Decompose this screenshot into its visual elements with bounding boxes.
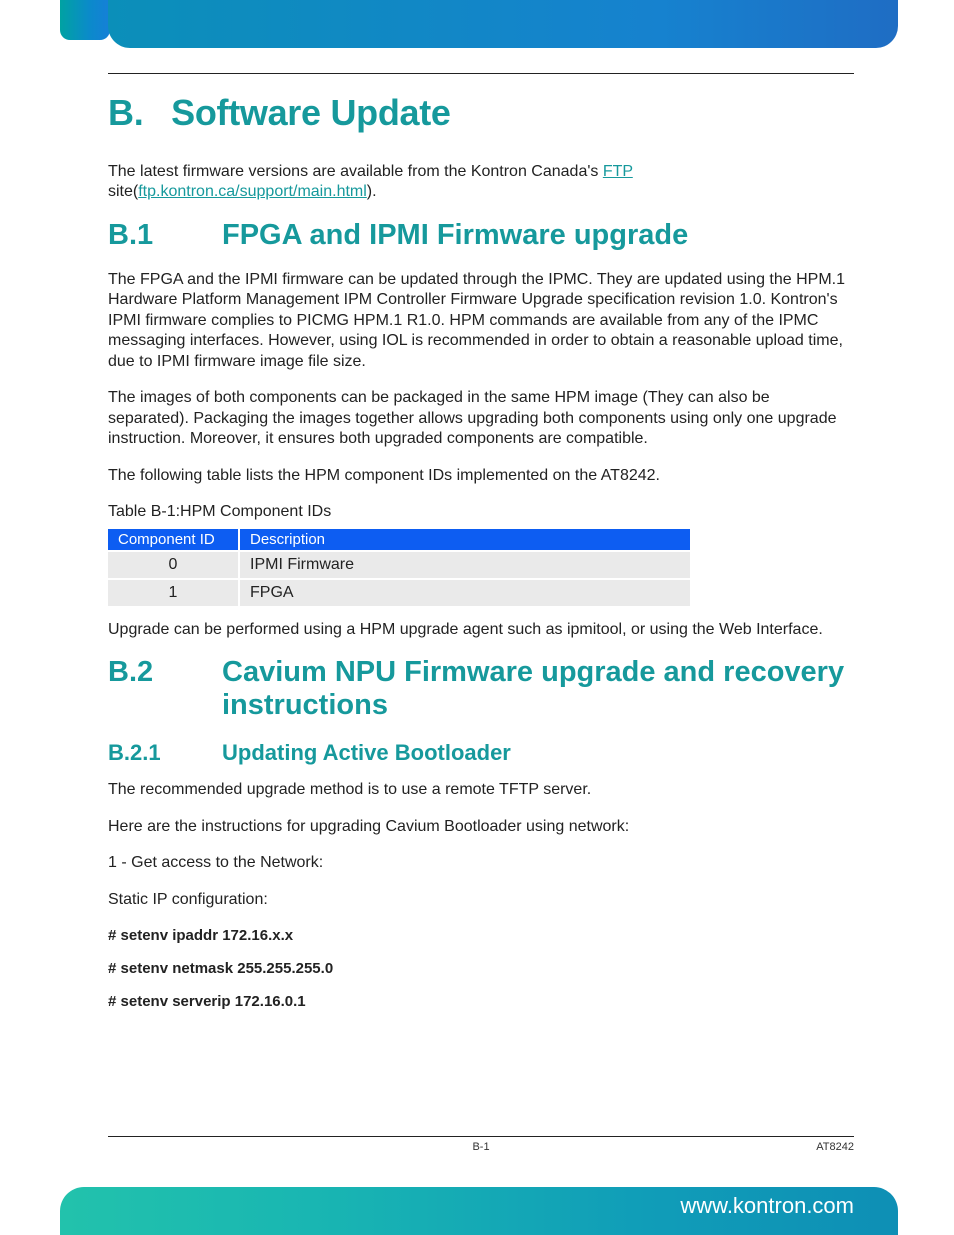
header-strip (108, 0, 898, 48)
section-b2-title: Cavium NPU Firmware upgrade and recovery… (222, 656, 854, 722)
document-id: AT8242 (816, 1141, 854, 1153)
page-title: B. Software Update (108, 92, 854, 134)
hpm-component-table: Component ID Description 0 IPMI Firmware… (108, 529, 690, 606)
command-setenv-ipaddr: # setenv ipaddr 172.16.x.x (108, 926, 854, 945)
intro-pre: The latest firmware versions are availab… (108, 163, 603, 180)
header-tab (60, 0, 110, 40)
b2-paragraph-1: The recommended upgrade method is to use… (108, 780, 854, 800)
b2-paragraph-3: 1 - Get access to the Network: (108, 853, 854, 873)
table-header-row: Component ID Description (108, 529, 690, 551)
intro-paragraph: The latest firmware versions are availab… (108, 162, 854, 203)
col-component-id: Component ID (108, 529, 239, 551)
command-setenv-serverip: # setenv serverip 172.16.0.1 (108, 992, 854, 1011)
b1-paragraph-4: Upgrade can be performed using a HPM upg… (108, 620, 854, 640)
ftp-link[interactable]: FTP (603, 163, 633, 180)
table-caption: Table B-1:HPM Component IDs (108, 502, 854, 522)
command-setenv-netmask: # setenv netmask 255.255.255.0 (108, 959, 854, 978)
footer-line: B-1 AT8242 (108, 1136, 854, 1155)
section-b1-title: FPGA and IPMI Firmware upgrade (222, 219, 854, 252)
table-row: 1 FPGA (108, 579, 690, 606)
subsection-b2-1-heading: B.2.1 Updating Active Bootloader (108, 740, 854, 766)
cell-id: 1 (108, 579, 239, 606)
b1-paragraph-3: The following table lists the HPM compon… (108, 466, 854, 486)
cell-id: 0 (108, 551, 239, 579)
footer-bar: www.kontron.com (60, 1187, 898, 1235)
b2-paragraph-2: Here are the instructions for upgrading … (108, 817, 854, 837)
title-text: Software Update (171, 92, 451, 133)
section-b1-prefix: B.1 (108, 219, 222, 252)
col-description: Description (239, 529, 690, 551)
cell-desc: IPMI Firmware (239, 551, 690, 579)
cell-desc: FPGA (239, 579, 690, 606)
subsection-b2-1-prefix: B.2.1 (108, 740, 222, 766)
b2-paragraph-4: Static IP configuration: (108, 890, 854, 910)
table-row: 0 IPMI Firmware (108, 551, 690, 579)
b1-paragraph-2: The images of both components can be pac… (108, 388, 854, 449)
section-b1-heading: B.1 FPGA and IPMI Firmware upgrade (108, 219, 854, 252)
top-divider (108, 73, 854, 74)
intro-mid: site( (108, 183, 138, 200)
intro-post: ). (367, 183, 377, 200)
footer-url: www.kontron.com (680, 1193, 854, 1218)
page-number: B-1 (472, 1141, 489, 1153)
title-prefix: B. (108, 92, 143, 133)
subsection-b2-1-title: Updating Active Bootloader (222, 740, 511, 766)
section-b2-heading: B.2 Cavium NPU Firmware upgrade and reco… (108, 656, 854, 722)
page-content: B. Software Update The latest firmware v… (108, 48, 854, 1140)
section-b2-prefix: B.2 (108, 656, 222, 689)
ftp-url-link[interactable]: ftp.kontron.ca/support/main.html (138, 183, 367, 200)
b1-paragraph-1: The FPGA and the IPMI firmware can be up… (108, 270, 854, 372)
